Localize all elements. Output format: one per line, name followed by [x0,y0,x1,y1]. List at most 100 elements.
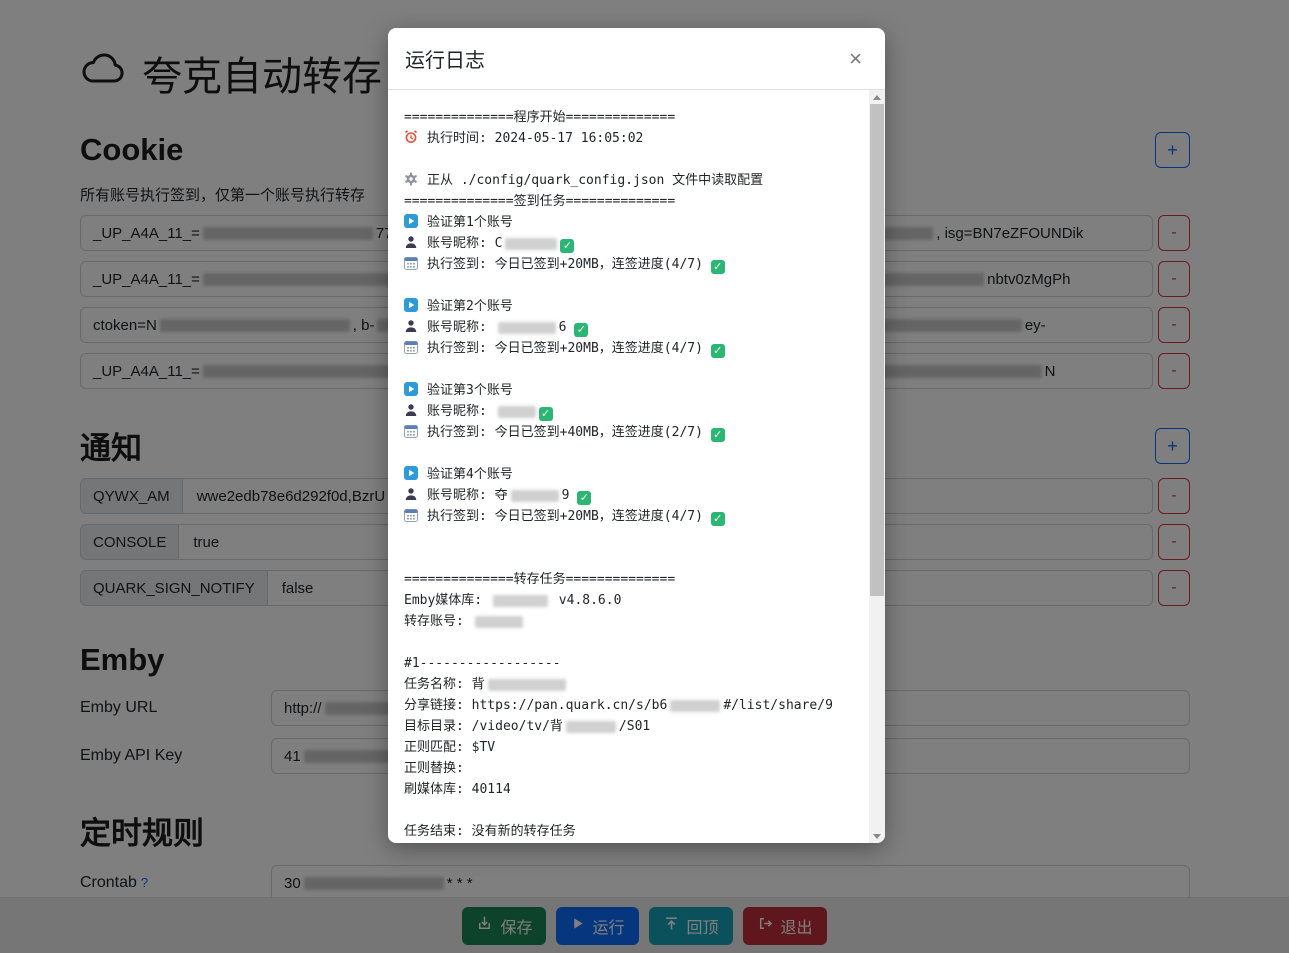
log-line: 执行签到: 今日已签到+20MB，连签进度(4/7) ✓ [404,254,865,275]
redacted-text [670,700,720,712]
text-fragment: #/list/share/9 [723,698,833,713]
log-line [404,443,865,464]
log-line [404,359,865,380]
text-fragment: 任务结束: 没有新的转存任务 [404,824,576,839]
check-icon: ✓ [711,512,725,526]
check-icon: ✓ [574,323,588,337]
app-viewport: 夸克自动转存 Cookie + 所有账号执行签到，仅第一个账号执行转存 _UP_… [0,0,1289,953]
modal-title: 运行日志 [405,44,485,73]
check-icon: ✓ [711,260,725,274]
log-line [404,548,865,569]
redacted-text [475,616,523,628]
person-icon [404,487,418,501]
play-icon [404,298,418,312]
close-icon[interactable]: × [843,46,868,72]
log-line: 正则匹配: $TV [404,737,865,758]
redacted-text [505,238,557,250]
log-line: #1------------------ [404,653,865,674]
redacted-text [488,679,566,691]
play-icon [404,214,418,228]
text-fragment: 9 [562,488,578,503]
log-line: 任务结束: 没有新的转存任务 [404,821,865,842]
modal-header: 运行日志 × [388,28,885,90]
modal-scrollbar[interactable] [869,90,885,843]
check-icon: ✓ [711,344,725,358]
check-icon: ✓ [711,428,725,442]
text-fragment: #1------------------ [404,656,561,671]
log-line: 执行签到: 今日已签到+20MB，连签进度(4/7) ✓ [404,338,865,359]
text-fragment: ==============转存任务============== [404,572,675,587]
text-fragment: 账号昵称: 夺 [427,488,508,503]
log-line: 转存账号: [404,611,865,632]
alarm-icon [404,130,418,144]
log-line: 验证第2个账号 [404,296,865,317]
scroll-up-icon[interactable] [869,90,885,104]
log-line: ==============程序开始============== [404,107,865,128]
log-line: 刷媒体库: 40114 [404,779,865,800]
text-fragment: 刷媒体库: 40114 [404,782,511,797]
text-fragment: ==============程序开始============== [404,110,675,125]
log-line [404,275,865,296]
check-icon: ✓ [539,407,553,421]
text-fragment: 验证第2个账号 [427,299,513,314]
log-line: 账号昵称: 夺 9 ✓ [404,485,865,506]
redacted-text [493,595,548,607]
text-fragment: 正则替换: [404,761,464,776]
play-icon [404,466,418,480]
text-fragment: 任务名称: 背 [404,677,485,692]
text-fragment: 分享链接: https://pan.quark.cn/s/b6 [404,698,667,713]
person-icon [404,319,418,333]
calendar-icon [404,256,418,270]
modal-body: ==============程序开始============== 执行时间: 20… [388,90,885,843]
log-line: 账号昵称: ✓ [404,401,865,422]
check-icon: ✓ [560,239,574,253]
log-line: 任务名称: 背 [404,674,865,695]
text-fragment: Emby媒体库: [404,593,490,608]
text-fragment: 验证第4个账号 [427,467,513,482]
text-fragment: 正从 ./config/quark_config.json 文件中读取配置 [427,173,763,188]
log-line [404,149,865,170]
log-line: 执行签到: 今日已签到+40MB，连签进度(2/7) ✓ [404,422,865,443]
text-fragment: 目标目录: /video/tv/背 [404,719,563,734]
log-line: 执行时间: 2024-05-17 16:05:02 [404,128,865,149]
scrollbar-thumb[interactable] [870,104,884,596]
log-line: 验证第1个账号 [404,212,865,233]
text-fragment: 6 [559,320,575,335]
log-line [404,800,865,821]
check-icon: ✓ [577,491,591,505]
log-line: ==============转存任务============== [404,569,865,590]
calendar-icon [404,340,418,354]
text-fragment: /S01 [619,719,650,734]
redacted-text [498,322,556,334]
log-line [404,632,865,653]
calendar-icon [404,424,418,438]
scroll-down-icon[interactable] [869,829,885,843]
text-fragment: 验证第3个账号 [427,383,513,398]
calendar-icon [404,508,418,522]
run-log-modal: 运行日志 × ==============程序开始============== 执… [388,28,885,843]
person-icon [404,235,418,249]
log-line [404,527,865,548]
text-fragment: 账号昵称: [427,320,495,335]
text-fragment: 执行签到: 今日已签到+40MB，连签进度(2/7) [427,425,711,440]
log-line: 验证第4个账号 [404,464,865,485]
log-line: 账号昵称: 6 ✓ [404,317,865,338]
text-fragment: 执行签到: 今日已签到+20MB，连签进度(4/7) [427,257,711,272]
text-fragment: 账号昵称: [427,404,495,419]
log-line: 目标目录: /video/tv/背/S01 [404,716,865,737]
text-fragment: ==============签到任务============== [404,194,675,209]
log-line: 执行签到: 今日已签到+20MB，连签进度(4/7) ✓ [404,506,865,527]
text-fragment: 执行时间: 2024-05-17 16:05:02 [427,131,643,146]
text-fragment: 正则匹配: $TV [404,740,495,755]
text-fragment: 执行签到: 今日已签到+20MB，连签进度(4/7) [427,341,711,356]
text-fragment: 账号昵称: C [427,236,502,251]
log-output: ==============程序开始============== 执行时间: 20… [388,90,869,843]
log-line: ==============签到任务============== [404,191,865,212]
redacted-text [498,406,536,418]
log-line: 正则替换: [404,758,865,779]
text-fragment: 执行签到: 今日已签到+20MB，连签进度(4/7) [427,509,711,524]
text-fragment: 转存账号: [404,614,472,629]
log-line: Emby媒体库: v4.8.6.0 [404,590,865,611]
person-icon [404,403,418,417]
gear-icon [404,172,418,186]
